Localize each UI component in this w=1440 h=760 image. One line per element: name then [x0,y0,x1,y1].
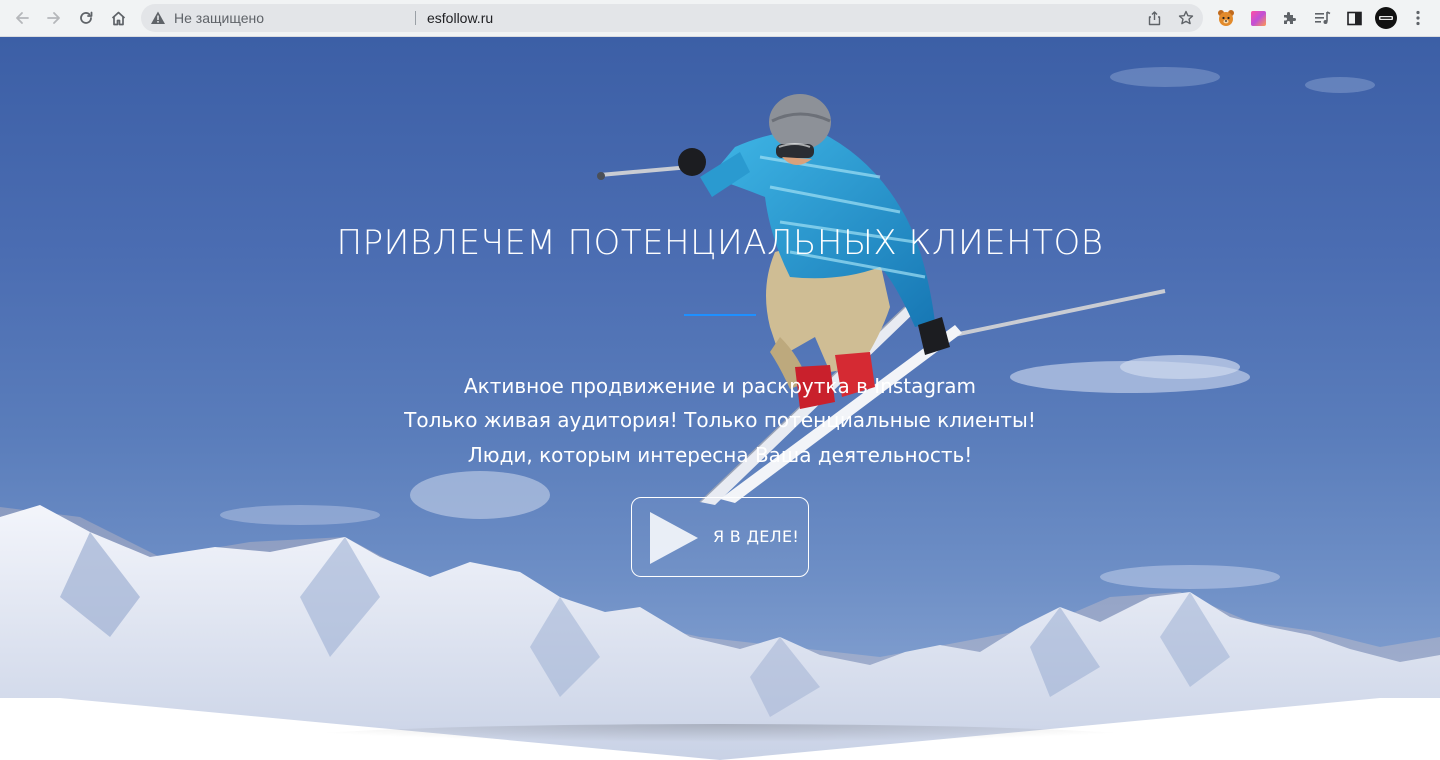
security-status-label[interactable]: Не защищено [174,4,264,32]
omnibox-separator [415,11,416,25]
back-arrow-icon[interactable] [10,6,34,30]
hero-section: ПРИВЛЕЧЕМ ПОТЕНЦИАЛЬНЫХ КЛИЕНТОВ Активно… [0,37,1440,760]
warning-triangle-icon [151,11,165,24]
bottom-wave-divider [0,698,1440,760]
puzzle-icon[interactable] [1280,8,1300,28]
address-bar[interactable]: Не защищено esfollow.ru [141,4,1203,32]
bear-extension-icon[interactable] [1216,8,1236,28]
sidepanel-icon[interactable] [1344,8,1364,28]
url-text[interactable]: esfollow.ru [427,4,493,32]
media-icon[interactable] [1312,8,1332,28]
star-icon[interactable] [1177,9,1195,27]
gradient-extension-icon[interactable] [1248,8,1268,28]
share-icon[interactable] [1145,9,1163,27]
reload-icon[interactable] [74,6,98,30]
browser-toolbar: Не защищено esfollow.ru [0,0,1440,37]
profile-avatar-icon[interactable] [1375,7,1397,29]
forward-arrow-icon[interactable] [42,6,66,30]
kebab-menu-icon[interactable] [1408,8,1428,28]
home-icon[interactable] [106,6,130,30]
